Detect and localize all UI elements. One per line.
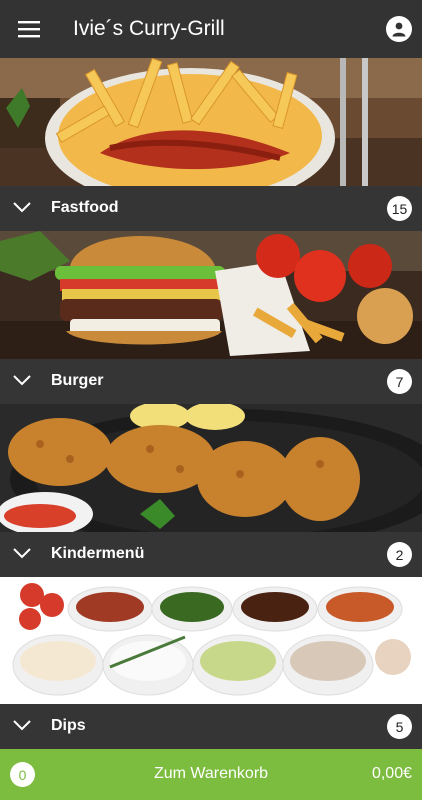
category-burger[interactable]: Burger 7 <box>0 231 422 404</box>
chevron-down-icon[interactable] <box>12 373 32 387</box>
category-label: Burger <box>51 372 104 389</box>
cart-button[interactable]: Zum Warenkorb 0 0,00€ <box>0 749 422 800</box>
cart-total: 0,00€ <box>371 765 412 782</box>
category-count-badge: 15 <box>387 196 412 221</box>
category-image <box>0 404 422 532</box>
category-kindermenu[interactable]: Kindermenü 2 <box>0 404 422 577</box>
category-image <box>0 58 422 186</box>
category-count-badge: 5 <box>387 714 412 739</box>
category-image <box>0 231 422 359</box>
chevron-down-icon[interactable] <box>12 718 32 732</box>
category-bar[interactable]: Kindermenü 2 <box>0 532 422 577</box>
category-dips[interactable]: Dips 5 <box>0 577 422 749</box>
hamburger-icon <box>18 21 40 38</box>
category-label: Dips <box>51 717 86 734</box>
category-label: Kindermenü <box>51 545 145 562</box>
user-icon <box>392 22 406 37</box>
category-count-badge: 7 <box>387 369 412 394</box>
category-bar[interactable]: Fastfood 15 <box>0 186 422 231</box>
category-label: Fastfood <box>51 199 119 216</box>
app-title: Ivie´s Curry-Grill <box>73 17 225 40</box>
chevron-down-icon[interactable] <box>12 546 32 560</box>
account-button[interactable] <box>386 16 412 42</box>
category-count-badge: 2 <box>387 542 412 567</box>
cart-count-badge: 0 <box>10 762 35 787</box>
category-bar[interactable]: Burger 7 <box>0 359 422 404</box>
chevron-down-icon[interactable] <box>12 200 32 214</box>
cart-label: Zum Warenkorb <box>153 765 269 782</box>
category-bar[interactable]: Dips 5 <box>0 704 422 749</box>
category-image <box>0 577 422 704</box>
category-fastfood[interactable]: Fastfood 15 <box>0 58 422 231</box>
app-bar: Ivie´s Curry-Grill <box>0 0 422 58</box>
menu-button[interactable] <box>0 0 58 58</box>
